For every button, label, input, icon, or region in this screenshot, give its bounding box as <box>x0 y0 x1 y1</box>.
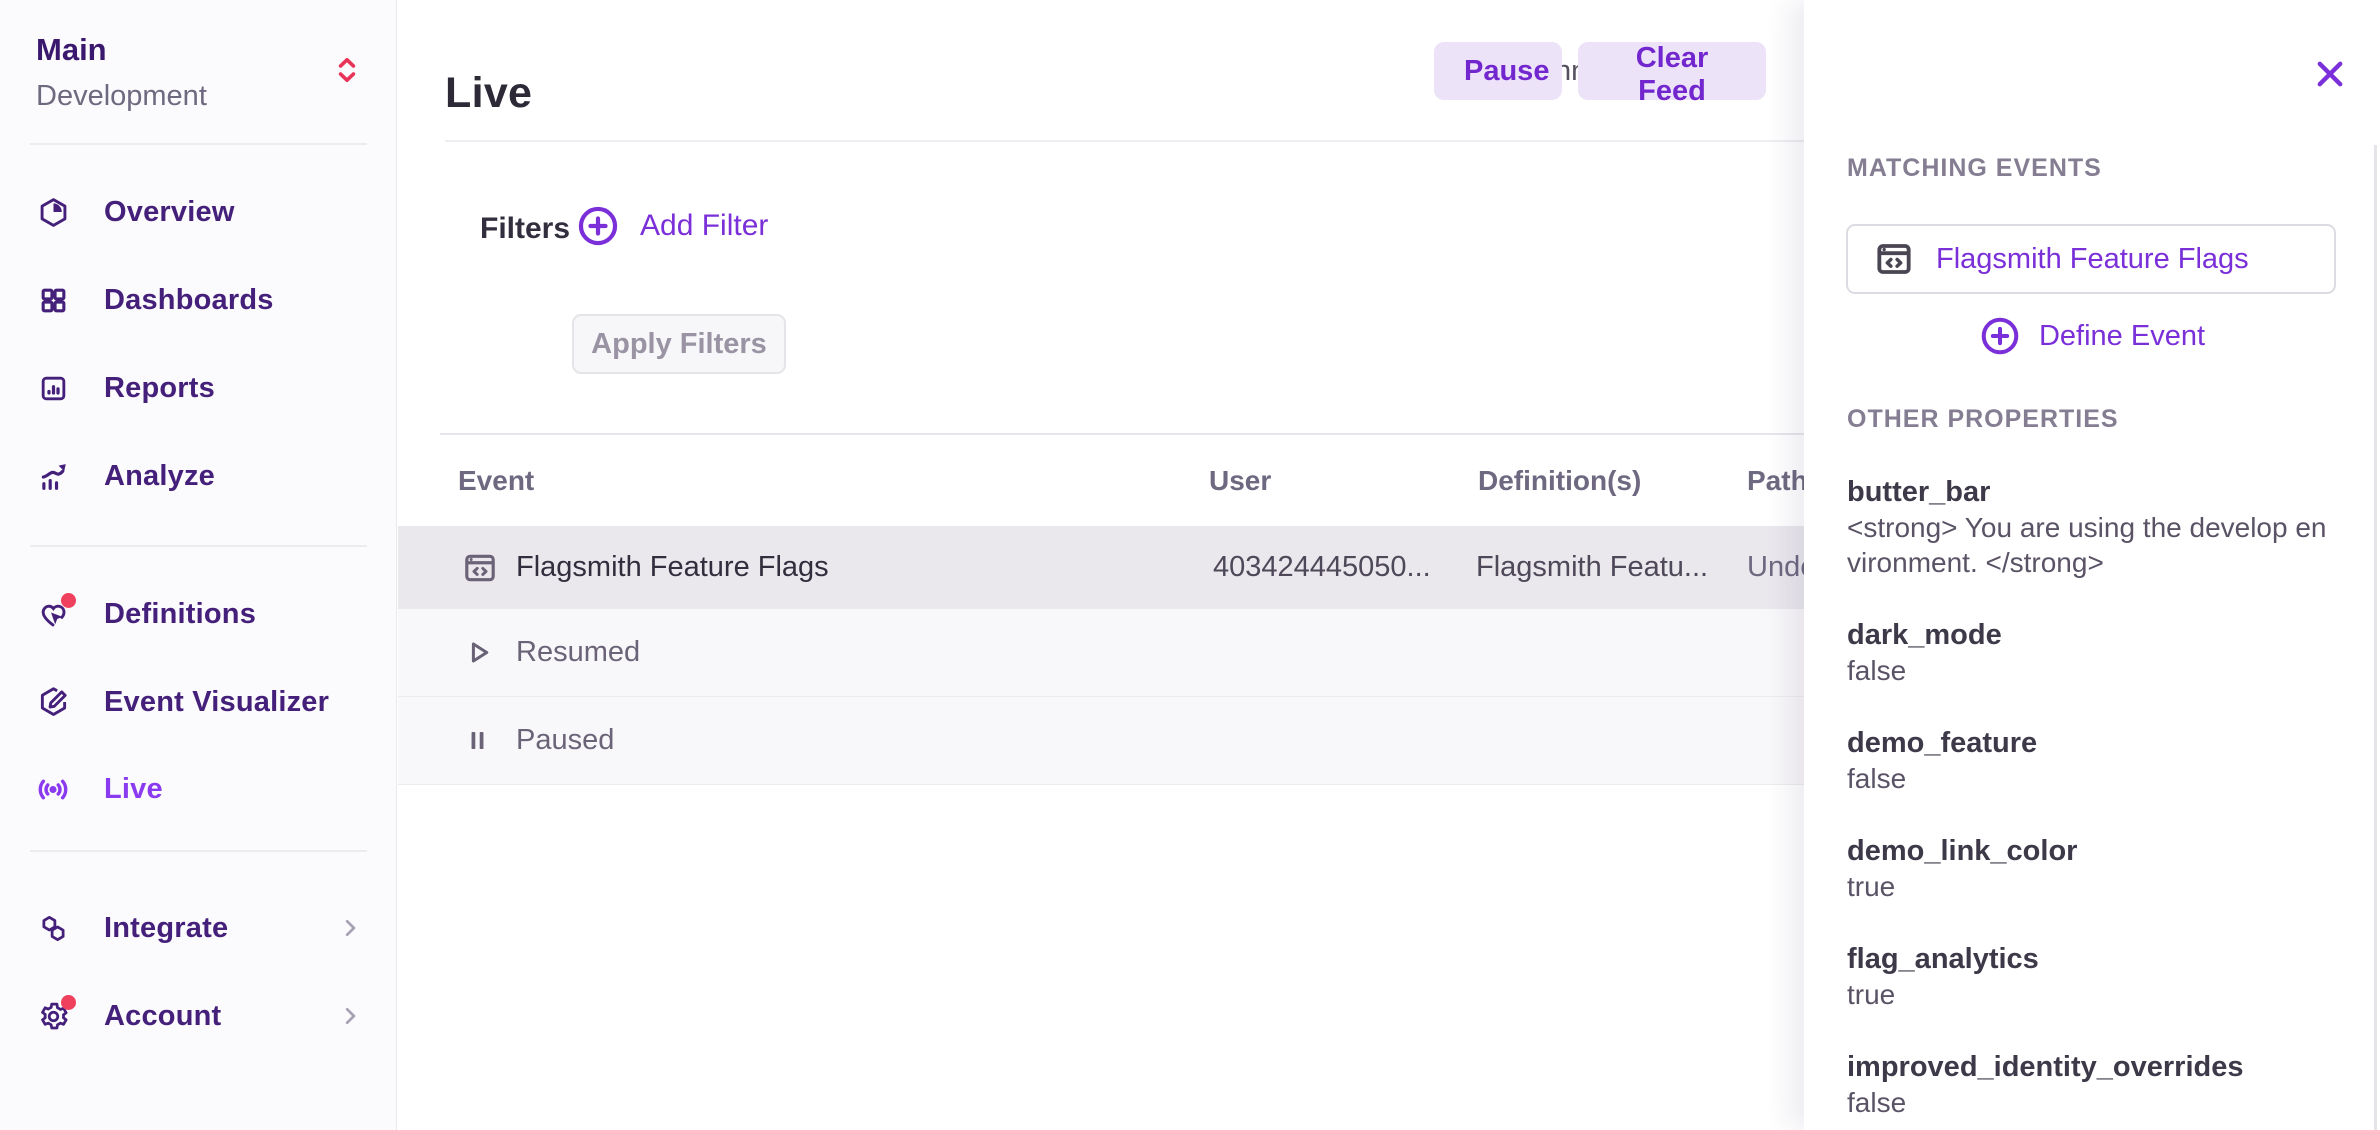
live-icon <box>36 772 70 806</box>
play-icon <box>462 609 498 696</box>
sidebar-item-label: Definitions <box>104 598 256 631</box>
sidebar-item-label: Reports <box>104 372 215 405</box>
project-name: Main <box>36 32 107 68</box>
sidebar-item-overview[interactable]: Overview <box>0 168 397 256</box>
environment-name: Development <box>36 80 207 113</box>
sidebar: Main Development Overview Dashboards Rep… <box>0 0 397 1130</box>
property-item: flag_analytics true <box>1847 941 2339 1012</box>
properties-list: butter_bar <strong> You are using the de… <box>1847 474 2339 1130</box>
sidebar-item-label: Live <box>104 773 163 806</box>
analyze-icon <box>36 459 70 493</box>
sidebar-item-account[interactable]: Account <box>0 972 397 1060</box>
property-item: demo_feature false <box>1847 725 2339 796</box>
chevrons-updown-icon <box>334 54 360 86</box>
property-value: true <box>1847 977 2339 1012</box>
sidebar-item-integrate[interactable]: Integrate <box>0 884 397 972</box>
notification-badge <box>61 995 76 1010</box>
matching-event-item[interactable]: Flagsmith Feature Flags <box>1846 224 2336 294</box>
property-item: improved_identity_overrides false <box>1847 1049 2339 1120</box>
pause-icon <box>462 697 498 784</box>
add-filter-button[interactable]: Add Filter <box>576 204 768 248</box>
property-item: dark_mode false <box>1847 617 2339 688</box>
column-header-event: Event <box>458 435 534 526</box>
sidebar-item-event-visualizer[interactable]: Event Visualizer <box>0 658 397 746</box>
column-header-path: Path <box>1747 435 1808 526</box>
notification-badge <box>61 593 76 608</box>
sidebar-divider <box>30 143 367 145</box>
property-item: butter_bar <strong> You are using the de… <box>1847 474 2339 580</box>
other-properties-label: OTHER PROPERTIES <box>1847 405 2119 434</box>
sidebar-item-dashboards[interactable]: Dashboards <box>0 256 397 344</box>
dashboards-icon <box>36 283 70 317</box>
reports-icon <box>36 371 70 405</box>
integrate-icon <box>36 911 70 945</box>
define-event-label: Define Event <box>2039 320 2205 353</box>
property-value: false <box>1847 653 2339 688</box>
sidebar-item-label: Analyze <box>104 460 215 493</box>
property-key: demo_feature <box>1847 725 2339 761</box>
sidebar-item-live[interactable]: Live <box>0 745 397 833</box>
page-title: Live <box>445 69 532 118</box>
account-icon <box>36 999 70 1033</box>
property-key: butter_bar <box>1847 474 2339 510</box>
close-icon[interactable] <box>2312 56 2348 92</box>
overview-icon <box>36 195 70 229</box>
sidebar-item-label: Overview <box>104 196 235 229</box>
event-visualizer-icon <box>36 685 70 719</box>
sidebar-divider <box>30 850 367 852</box>
matching-event-name: Flagsmith Feature Flags <box>1936 243 2249 276</box>
apply-filters-button[interactable]: Apply Filters <box>572 314 786 374</box>
sidebar-divider <box>30 545 367 547</box>
sidebar-item-label: Integrate <box>104 912 228 945</box>
clear-feed-button[interactable]: Clear Feed <box>1578 42 1766 100</box>
property-key: demo_link_color <box>1847 833 2339 869</box>
live-events-page: Main Development Overview Dashboards Rep… <box>0 0 2380 1130</box>
window-code-icon <box>1874 239 1914 279</box>
matching-events-label: MATCHING EVENTS <box>1847 154 2102 183</box>
sidebar-item-label: Event Visualizer <box>104 686 329 719</box>
event-name: Flagsmith Feature Flags <box>516 526 829 609</box>
plus-circle-icon <box>1979 315 2021 357</box>
column-header-definitions: Definition(s) <box>1478 435 1641 526</box>
property-key: improved_identity_overrides <box>1847 1049 2339 1085</box>
panel-scrollbar[interactable] <box>2374 145 2377 1130</box>
add-filter-label: Add Filter <box>640 209 768 243</box>
pause-button[interactable]: Pause <box>1434 42 1562 100</box>
event-details-panel: MATCHING EVENTS Flagsmith Feature Flags … <box>1804 0 2380 1130</box>
property-value: false <box>1847 1085 2339 1120</box>
event-name: Paused <box>516 697 614 784</box>
filters-section-label: Filters <box>480 212 570 246</box>
property-value: false <box>1847 761 2339 796</box>
chevron-right-icon <box>337 1003 363 1029</box>
window-code-icon <box>462 526 498 609</box>
definitions-icon <box>36 597 70 631</box>
define-event-button[interactable]: Define Event <box>1804 310 2380 362</box>
column-header-user: User <box>1209 435 1271 526</box>
plus-circle-icon <box>576 204 620 248</box>
property-value: true <box>1847 869 2339 904</box>
sidebar-item-label: Account <box>104 1000 221 1033</box>
chevron-right-icon <box>337 915 363 941</box>
sidebar-item-label: Dashboards <box>104 284 274 317</box>
sidebar-item-definitions[interactable]: Definitions <box>0 570 397 658</box>
event-user: 403424445050... <box>1213 526 1431 609</box>
property-value: <strong> You are using the develop envir… <box>1847 510 2339 580</box>
sidebar-item-reports[interactable]: Reports <box>0 344 397 432</box>
property-key: flag_analytics <box>1847 941 2339 977</box>
property-key: dark_mode <box>1847 617 2339 653</box>
event-name: Resumed <box>516 609 640 696</box>
sidebar-item-analyze[interactable]: Analyze <box>0 432 397 520</box>
project-environment-switcher[interactable]: Main Development <box>0 24 397 124</box>
event-definitions: Flagsmith Featu... <box>1476 526 1708 609</box>
property-item: demo_link_color true <box>1847 833 2339 904</box>
